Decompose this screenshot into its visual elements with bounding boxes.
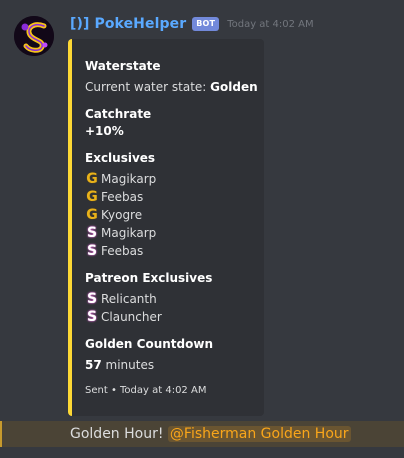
list-item: S Feebas [85, 242, 256, 260]
list-item: S Magikarp [85, 224, 256, 242]
golden-g-icon: G [86, 189, 98, 205]
embed-footer: Sent • Today at 4:02 AM [85, 385, 207, 396]
patreon-exclusive-label: Relicanth [101, 292, 157, 306]
waterstate-embed: Waterstate Current water state: Golden C… [68, 39, 264, 416]
exclusive-label: Kyogre [101, 208, 143, 222]
highlight-message: Golden Hour! @Fisherman Golden Hour [70, 426, 351, 442]
field-name-catchrate: Catchrate [85, 107, 152, 121]
catchrate-value: +10% [85, 124, 124, 138]
list-item: S Relicanth [85, 290, 256, 308]
golden-g-icon: G [86, 207, 98, 223]
field-name-waterstate: Waterstate [85, 59, 161, 73]
exclusive-label: Magikarp [101, 226, 157, 240]
golden-g-icon: G [86, 171, 98, 187]
patreon-exclusive-label: Clauncher [101, 310, 162, 324]
exclusive-label: Feebas [101, 244, 144, 258]
list-item: G Kyogre [85, 206, 256, 224]
highlight-text: Golden Hour! [70, 426, 168, 442]
bot-message: [)] PokeHelper BOT Today at 4:02 AM Wate… [0, 0, 404, 458]
field-name-exclusives: Exclusives [85, 151, 156, 165]
field-name-patreon-exclusives: Patreon Exclusives [85, 271, 213, 285]
shiny-s-icon: S [86, 243, 98, 259]
shiny-s-icon: S [86, 225, 98, 241]
field-value-golden-countdown: 57 minutes [85, 356, 256, 374]
waterstate-value: Golden [210, 80, 258, 94]
shiny-s-icon: S [86, 309, 98, 325]
list-item: S Clauncher [85, 308, 256, 326]
countdown-unit: minutes [101, 358, 155, 372]
embed-content: Waterstate Current water state: Golden C… [85, 58, 258, 398]
field-value-catchrate: +10% [85, 122, 256, 140]
exclusive-label: Magikarp [101, 172, 157, 186]
countdown-value: 57 [85, 358, 102, 372]
pokehelper-logo-icon [14, 16, 54, 56]
mention-highlight-row: Golden Hour! @Fisherman Golden Hour [0, 421, 404, 447]
waterstate-prefix: Current water state: [85, 80, 211, 94]
role-mention[interactable]: @Fisherman Golden Hour [167, 426, 351, 442]
bot-tag-badge: BOT [192, 17, 220, 31]
list-item: G Feebas [85, 188, 256, 206]
list-item: G Magikarp [85, 170, 256, 188]
message-header: [)] PokeHelper BOT Today at 4:02 AM [70, 14, 314, 34]
exclusive-label: Feebas [101, 190, 144, 204]
field-value-waterstate: Current water state: Golden [85, 78, 258, 96]
field-name-golden-countdown: Golden Countdown [85, 337, 213, 351]
bot-avatar[interactable] [14, 16, 54, 56]
message-timestamp[interactable]: Today at 4:02 AM [227, 19, 313, 30]
bot-username[interactable]: [)] PokeHelper [70, 16, 186, 32]
shiny-s-icon: S [86, 291, 98, 307]
